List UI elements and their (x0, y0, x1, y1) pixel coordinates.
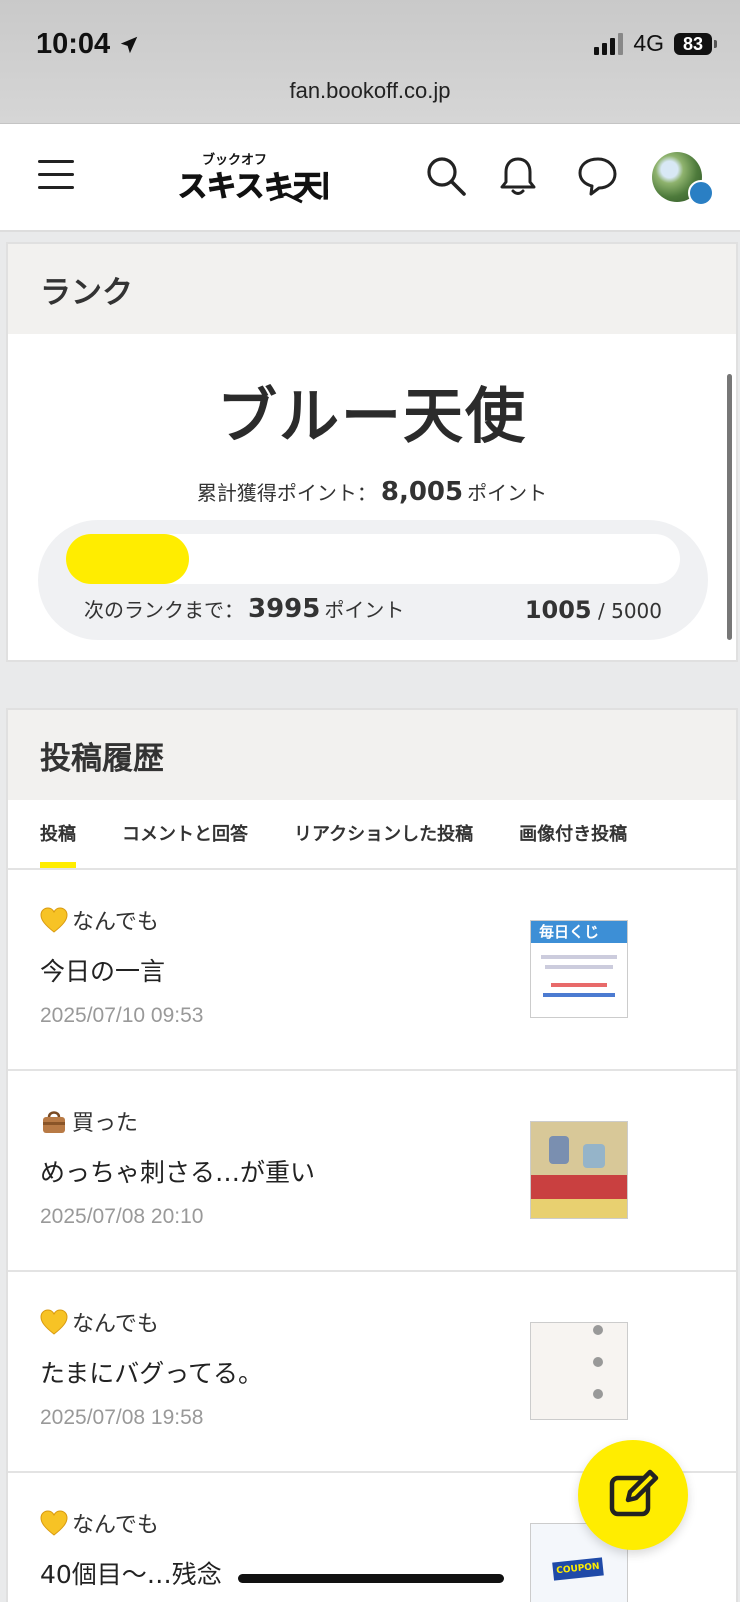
progress-track (66, 534, 680, 584)
tab-comments-answers[interactable]: コメントと回答 (122, 800, 248, 868)
post-date: 2025/07/10 09:53 (40, 1004, 204, 1027)
thumbnail-title: 毎日くじ (539, 923, 600, 941)
yellow-heart-icon (40, 1309, 68, 1335)
total-points-unit: ポイント (467, 481, 548, 505)
post-title: 今日の一言 (40, 957, 166, 986)
signal-icon (594, 32, 624, 55)
post-category-label: なんでも (72, 1513, 159, 1538)
progress-current: 1005 (524, 596, 592, 624)
logo-text: スキスキ天国 (178, 169, 328, 203)
page-scrollbar[interactable] (727, 374, 732, 640)
chat-icon[interactable] (574, 154, 618, 198)
clock-text: 10:04 (36, 28, 111, 60)
total-points-label: 累計獲得ポイント： (196, 481, 377, 505)
battery-icon: 83 (674, 32, 717, 55)
handbag-icon (43, 1111, 65, 1133)
post-date: 2025/07/08 20:10 (40, 1205, 204, 1228)
thumbnail-coupon-badge: COUPON (555, 1561, 601, 1577)
history-card-title: 投稿履歴 (8, 710, 736, 800)
home-indicator[interactable] (238, 1574, 504, 1583)
post-title: 40個目〜…残念 (40, 1560, 222, 1589)
tab-reacted-posts[interactable]: リアクションした投稿 (294, 800, 473, 868)
site-logo[interactable]: ブックオフ スキスキ天国 (177, 148, 351, 208)
url-bar[interactable]: fan.bookoff.co.jp (0, 78, 740, 104)
rank-card-title: ランク (8, 244, 736, 334)
post-category: なんでも (40, 904, 736, 936)
yellow-heart-icon (40, 907, 68, 933)
post-title: たまにバグってる。 (40, 1359, 264, 1388)
search-icon[interactable] (424, 154, 468, 198)
post-thumbnail[interactable] (530, 1121, 628, 1219)
post-category-label: なんでも (72, 910, 159, 935)
post-title: めっちゃ刺さる…が重い (40, 1158, 316, 1187)
post-thumbnail[interactable]: 毎日くじ (530, 920, 628, 1018)
edit-icon (609, 1469, 659, 1517)
yellow-heart-icon (40, 1510, 68, 1536)
post-item[interactable]: 買った めっちゃ刺さる…が重い 2025/07/08 20:10 (8, 1071, 736, 1272)
next-rank-unit: ポイント (324, 598, 405, 622)
post-thumbnail[interactable] (530, 1322, 628, 1420)
post-category-label: 買った (72, 1111, 139, 1136)
network-type: 4G (633, 30, 664, 56)
logo-sub-text: ブックオフ (202, 152, 267, 168)
status-bar: 10:04 4G 83 fan.bookoff.co.jp (0, 0, 740, 124)
post-date: 2025/07/08 19:58 (40, 1406, 204, 1429)
status-time: 10:04 (36, 28, 140, 61)
rank-progress-panel: 次のランクまで： 3995 ポイント 1005 / 5000 (38, 520, 708, 640)
post-category: なんでも (40, 1306, 736, 1338)
location-arrow-icon (120, 36, 138, 53)
compose-post-button[interactable] (578, 1440, 688, 1550)
history-tabs: 投稿 コメントと回答 リアクションした投稿 画像付き投稿 (8, 800, 736, 870)
avatar-badge-icon (688, 180, 714, 206)
progress-fill (66, 534, 190, 584)
total-points-value: 8,005 (380, 477, 464, 507)
next-rank-label: 次のランクまで： (84, 598, 244, 622)
tab-posts[interactable]: 投稿 (40, 800, 76, 868)
tab-image-posts[interactable]: 画像付き投稿 (519, 800, 627, 868)
progress-ratio: 1005 / 5000 (525, 596, 662, 624)
progress-separator: / (597, 599, 605, 623)
rank-name: ブルー天使 (217, 382, 527, 452)
next-rank-value: 3995 (248, 594, 321, 624)
post-category-label: なんでも (72, 1312, 159, 1337)
rank-card: ランク ブルー天使 累計獲得ポイント： 8,005 ポイント 次のランクまで： 399… (6, 242, 738, 662)
progress-goal: 5000 (611, 599, 662, 623)
status-indicators: 4G 83 (594, 30, 717, 57)
hamburger-menu-icon[interactable] (38, 160, 74, 190)
next-rank-line: 次のランクまで： 3995 ポイント (84, 594, 404, 624)
total-points-line: 累計獲得ポイント： 8,005 ポイント (8, 477, 736, 507)
app-header: ブックオフ スキスキ天国 (0, 124, 740, 232)
post-category: 買った (40, 1105, 736, 1137)
post-item[interactable]: なんでも 今日の一言 2025/07/10 09:53 毎日くじ (8, 870, 736, 1071)
bell-icon[interactable] (496, 154, 540, 198)
